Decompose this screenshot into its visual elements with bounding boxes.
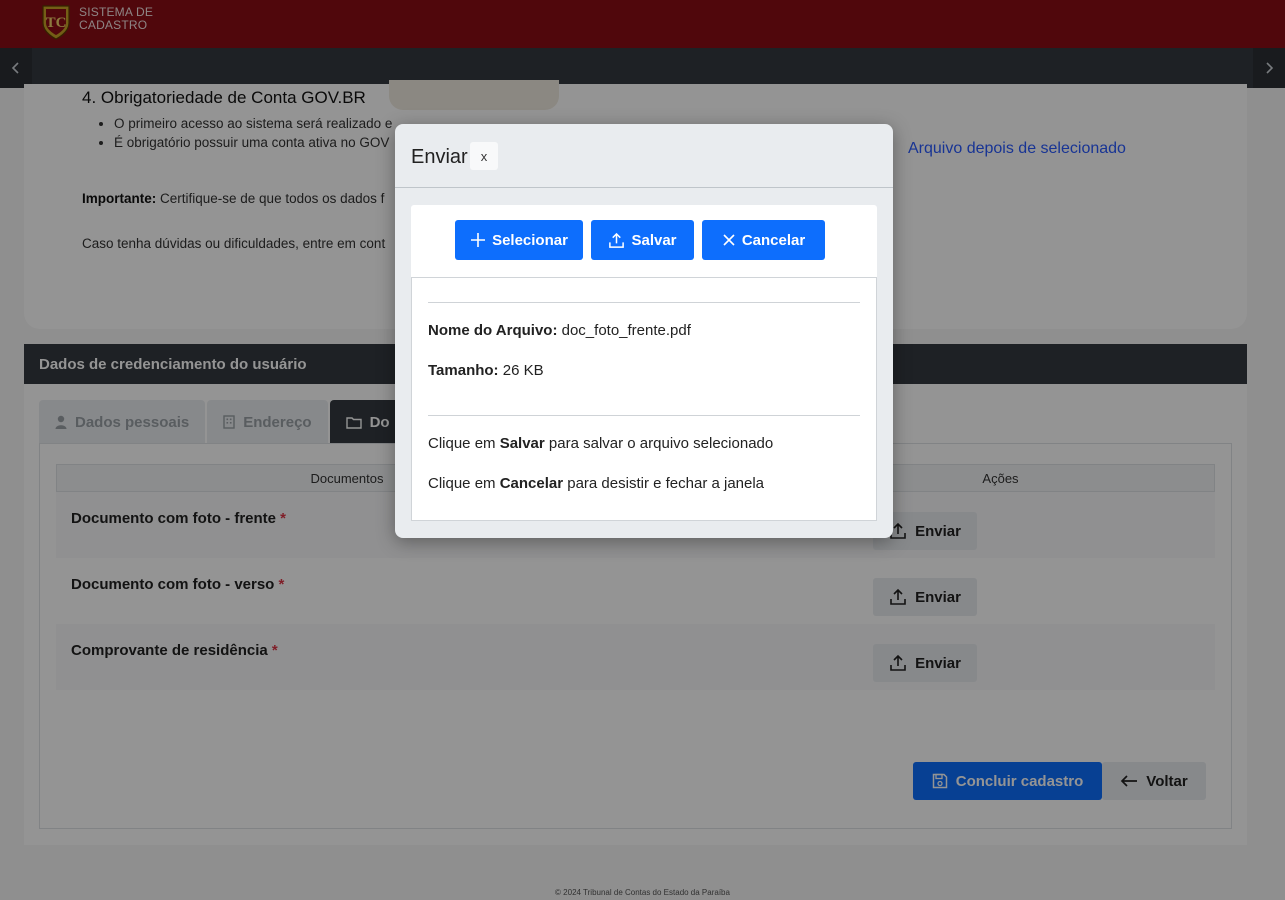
- close-icon: [723, 234, 735, 246]
- hint-text: para desistir e fechar a janela: [563, 475, 765, 492]
- cancel-upload-button[interactable]: Cancelar: [702, 220, 825, 260]
- hint-text: Clique em: [428, 435, 500, 452]
- divider: [428, 302, 860, 303]
- cancel-label: Cancelar: [741, 231, 806, 249]
- divider: [428, 415, 860, 416]
- plus-icon: [471, 233, 486, 247]
- file-name-label: Nome do Arquivo:: [428, 322, 558, 339]
- save-file-button[interactable]: Salvar: [591, 220, 694, 260]
- file-size-label: Tamanho:: [428, 362, 499, 379]
- modal-title: Enviar: [411, 146, 468, 168]
- file-name-value: doc_foto_frente.pdf: [561, 322, 691, 339]
- select-file-button[interactable]: Selecionar: [455, 220, 583, 260]
- modal-close-button[interactable]: x: [470, 142, 498, 170]
- file-size-info: Tamanho: 26 KB: [428, 362, 544, 379]
- cancel-hint: Clique em Cancelar para desistir e fecha…: [428, 475, 764, 492]
- hint-emphasis: Cancelar: [499, 475, 564, 492]
- save-label: Salvar: [631, 231, 677, 249]
- modal-header: Enviar x: [395, 124, 893, 188]
- save-hint: Clique em Salvar para salvar o arquivo s…: [428, 435, 773, 452]
- upload-content: Nome do Arquivo: doc_foto_frente.pdf Tam…: [411, 277, 877, 521]
- select-label: Selecionar: [492, 231, 568, 249]
- upload-modal: Enviar x Selecionar Salvar Cancelar Nome…: [395, 124, 893, 538]
- hint-text: Clique em: [428, 475, 500, 492]
- file-name-info: Nome do Arquivo: doc_foto_frente.pdf: [428, 322, 691, 339]
- hint-emphasis: Salvar: [499, 435, 545, 452]
- upload-toolbar: Selecionar Salvar Cancelar: [411, 205, 877, 277]
- hint-text: para salvar o arquivo selecionado: [544, 435, 774, 452]
- file-size-value: 26 KB: [502, 362, 544, 379]
- upload-icon: [609, 232, 625, 248]
